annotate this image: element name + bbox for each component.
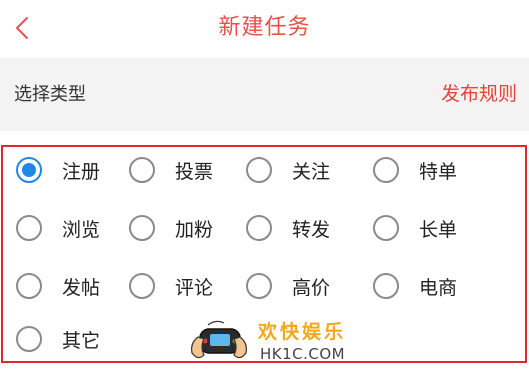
option-comment[interactable]: 评论 [129,266,213,306]
option-label: 加粉 [175,218,214,241]
option-label: 评论 [175,276,214,299]
radio-button[interactable] [246,215,272,241]
option-follow[interactable]: 关注 [246,150,330,190]
radio-button[interactable] [129,215,155,241]
radio-button[interactable] [129,273,155,299]
radio-button[interactable] [246,273,272,299]
option-high-price[interactable]: 高价 [246,266,330,306]
option-register[interactable]: 注册 [16,150,100,190]
radio-button[interactable] [16,157,42,183]
option-label: 关注 [292,160,331,183]
option-special[interactable]: 特单 [373,150,457,190]
header-bar: 新建任务 [0,0,529,56]
radio-button[interactable] [373,157,399,183]
site-watermark: 欢快娱乐 HK1C.COM [186,315,356,369]
option-repost[interactable]: 转发 [246,208,330,248]
option-other[interactable]: 其它 [16,319,100,359]
option-label: 其它 [62,329,101,352]
publish-rules-link[interactable]: 发布规则 [441,58,517,131]
watermark-name: 欢快娱乐 [258,321,347,343]
option-long-order[interactable]: 长单 [373,208,457,248]
option-label: 注册 [62,160,101,183]
option-label: 高价 [292,276,331,299]
option-label: 特单 [419,160,458,183]
option-add-fans[interactable]: 加粉 [129,208,213,248]
radio-button[interactable] [16,273,42,299]
option-label: 投票 [175,160,214,183]
option-vote[interactable]: 投票 [129,150,213,190]
radio-button[interactable] [373,215,399,241]
option-browse[interactable]: 浏览 [16,208,100,248]
option-post[interactable]: 发帖 [16,266,100,306]
page-title: 新建任务 [218,15,311,40]
option-ecommerce[interactable]: 电商 [373,266,457,306]
option-label: 浏览 [62,218,101,241]
radio-button[interactable] [246,157,272,183]
option-label: 电商 [419,276,458,299]
option-label: 转发 [292,218,331,241]
type-label: 选择类型 [14,84,86,105]
watermark-url: HK1C.COM [260,345,346,363]
gamepad-hands-icon [191,320,247,359]
option-label: 长单 [419,218,458,241]
radio-button[interactable] [16,215,42,241]
radio-button[interactable] [373,273,399,299]
option-label: 发帖 [62,276,101,299]
radio-button[interactable] [129,157,155,183]
radio-button[interactable] [16,326,42,352]
type-selector-bar: 选择类型 发布规则 [0,58,529,131]
